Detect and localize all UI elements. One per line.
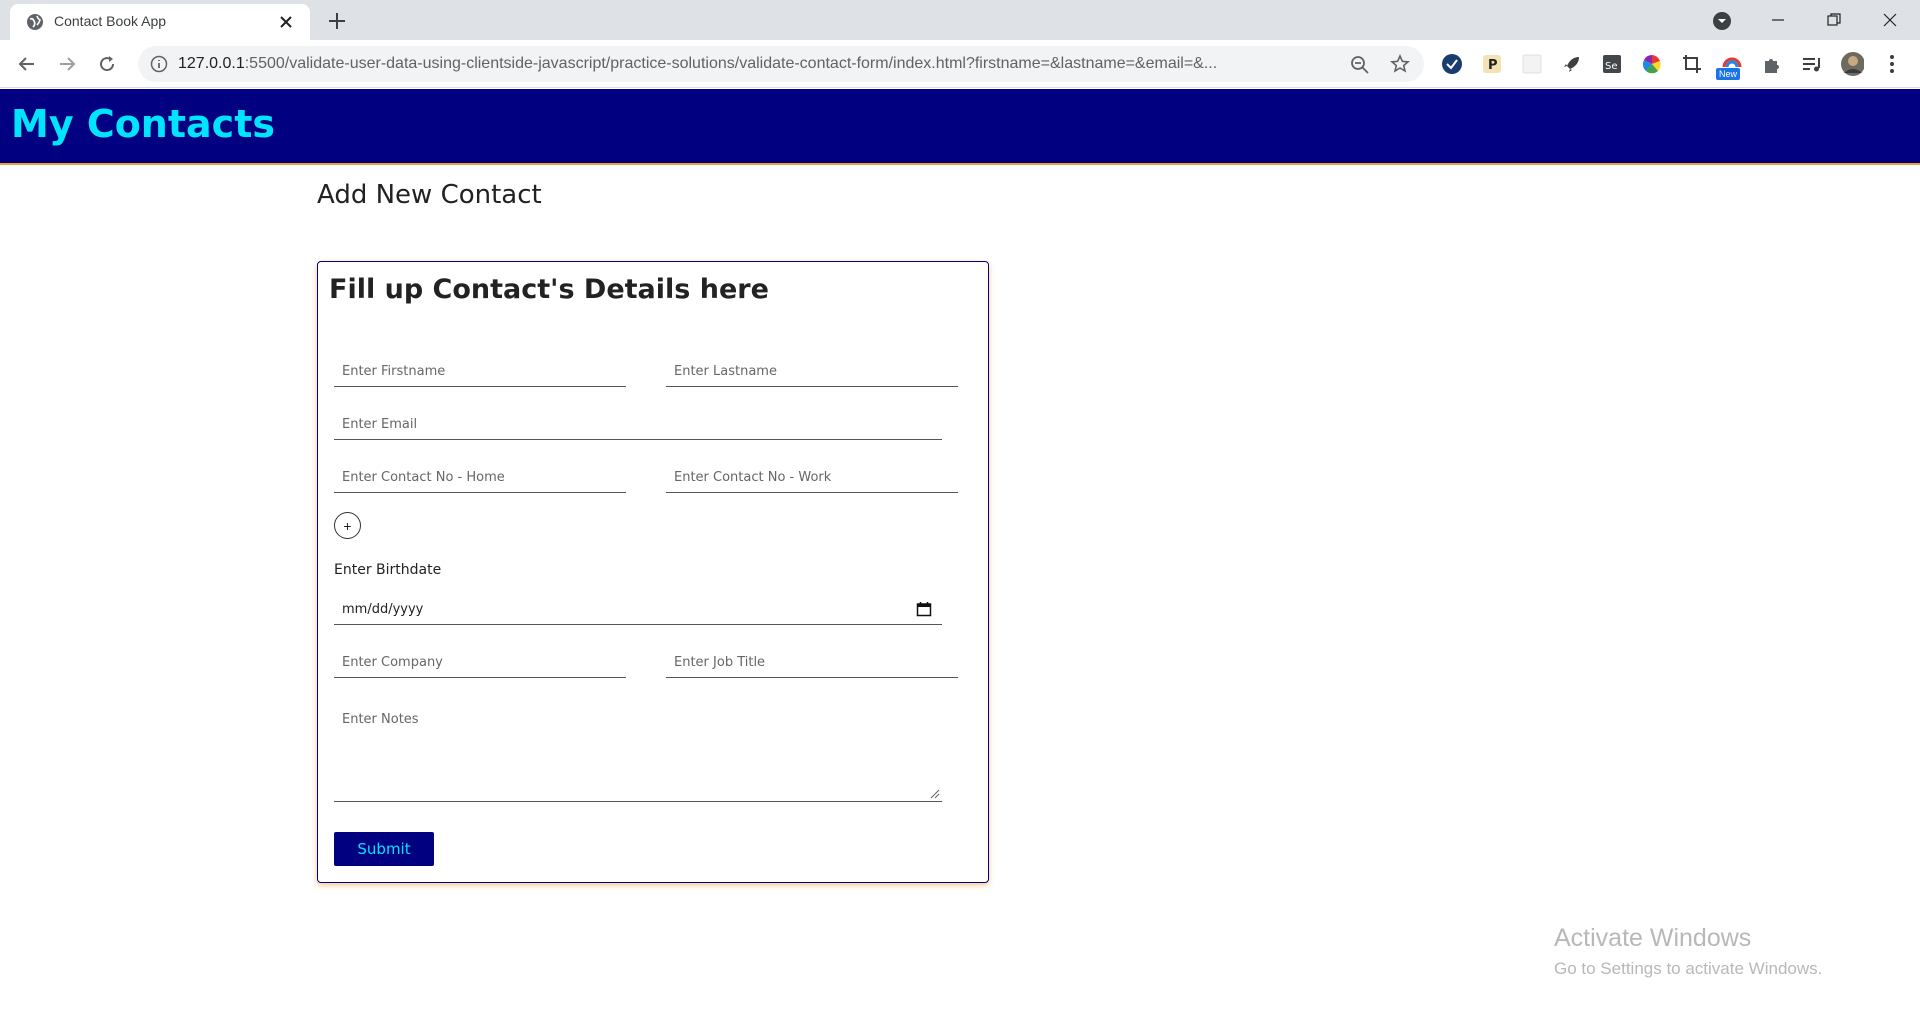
url-host: 127.0.0.1 xyxy=(178,55,245,72)
watermark-subtitle: Go to Settings to activate Windows. xyxy=(1554,959,1823,978)
firstname-field xyxy=(334,357,626,387)
close-tab-icon[interactable] xyxy=(276,12,296,32)
color-wheel-icon xyxy=(1642,55,1661,74)
menu-button[interactable] xyxy=(1880,52,1904,76)
lastname-field xyxy=(666,357,958,387)
extension-new[interactable]: New xyxy=(1716,52,1744,80)
arrow-left-icon xyxy=(18,57,34,71)
extension-check[interactable] xyxy=(1440,52,1464,76)
url-text[interactable]: 127.0.0.1:5500/validate-user-data-using-… xyxy=(178,55,1318,73)
app-header: My Contacts xyxy=(0,89,1920,165)
blank-extension-icon xyxy=(1522,54,1542,74)
phone-home-field xyxy=(334,463,626,493)
queue-music-icon xyxy=(1803,58,1820,72)
reload-icon xyxy=(100,56,115,72)
crop-icon xyxy=(1683,55,1701,73)
browser-tab[interactable]: Contact Book App xyxy=(10,4,310,40)
extension-p[interactable]: P xyxy=(1480,52,1504,76)
extensions-button[interactable] xyxy=(1760,52,1784,76)
browser-tabstrip: Contact Book App xyxy=(0,0,1920,40)
tab-title: Contact Book App xyxy=(54,13,167,29)
back-button[interactable] xyxy=(14,51,40,77)
company-input[interactable] xyxy=(334,648,626,677)
avatar-icon xyxy=(1841,52,1864,76)
page-heading: Add New Contact xyxy=(317,180,542,210)
zoom-icon[interactable] xyxy=(1350,55,1370,75)
close-icon xyxy=(1883,13,1897,27)
email-input[interactable] xyxy=(334,410,942,439)
arrow-right-icon xyxy=(60,57,76,71)
rocket-icon xyxy=(1564,57,1579,72)
add-phone-button[interactable]: + xyxy=(334,512,361,539)
lastname-input[interactable] xyxy=(666,357,958,386)
new-badge: New xyxy=(1716,68,1741,80)
url-path: :5500/validate-user-data-using-clientsid… xyxy=(244,55,1218,72)
svg-text:P: P xyxy=(1488,58,1498,73)
forward-button[interactable] xyxy=(54,51,80,77)
birthdate-value: mm/dd/yyyy xyxy=(342,602,424,617)
extension-screenshot[interactable] xyxy=(1680,52,1704,76)
email-field xyxy=(334,410,942,440)
job-title-input[interactable] xyxy=(666,648,958,677)
phone-work-input[interactable] xyxy=(666,463,958,492)
extension-rocket[interactable] xyxy=(1560,52,1584,76)
birthdate-input[interactable]: mm/dd/yyyy xyxy=(334,595,942,625)
extension-color[interactable] xyxy=(1640,52,1664,76)
browser-toolbar: 127.0.0.1:5500/validate-user-data-using-… xyxy=(0,40,1920,88)
submit-button[interactable]: Submit xyxy=(334,832,434,866)
job-title-field xyxy=(666,648,958,678)
info-icon[interactable] xyxy=(150,55,168,73)
reading-list-button[interactable] xyxy=(1800,52,1824,76)
address-bar[interactable]: 127.0.0.1:5500/validate-user-data-using-… xyxy=(138,46,1424,82)
tab-search-icon[interactable] xyxy=(1712,11,1732,31)
extension-selenium[interactable]: Se xyxy=(1600,52,1624,76)
notes-textarea[interactable] xyxy=(334,702,942,801)
form-title: Fill up Contact's Details here xyxy=(329,274,769,305)
minimize-button[interactable] xyxy=(1750,0,1806,40)
profile-button[interactable] xyxy=(1840,52,1864,76)
extension-blank[interactable] xyxy=(1520,52,1544,76)
reload-button[interactable] xyxy=(94,51,120,77)
new-tab-icon[interactable] xyxy=(326,10,348,32)
kebab-menu-icon xyxy=(1890,55,1894,73)
notes-field xyxy=(334,702,942,802)
activate-windows-watermark: Activate Windows Go to Settings to activ… xyxy=(1554,924,1822,979)
company-field xyxy=(334,648,626,678)
phone-home-input[interactable] xyxy=(334,463,626,492)
p-letter-icon: P xyxy=(1483,55,1501,73)
selenium-icon: Se xyxy=(1603,55,1621,73)
check-circle-icon xyxy=(1442,54,1462,74)
close-window-button[interactable] xyxy=(1862,0,1918,40)
restore-icon xyxy=(1827,13,1841,26)
svg-text:Se: Se xyxy=(1605,61,1618,72)
resize-grip-icon[interactable] xyxy=(930,789,940,799)
contact-form: Fill up Contact's Details here + Enter B… xyxy=(317,261,989,883)
app-title: My Contacts xyxy=(11,102,275,146)
birthdate-label: Enter Birthdate xyxy=(334,562,442,578)
watermark-title: Activate Windows xyxy=(1554,924,1752,952)
globe-icon xyxy=(27,14,43,30)
minimize-icon xyxy=(1772,19,1784,21)
puzzle-icon xyxy=(1765,59,1779,73)
firstname-input[interactable] xyxy=(334,357,626,386)
restore-button[interactable] xyxy=(1806,0,1862,40)
calendar-icon[interactable] xyxy=(916,601,932,617)
star-icon[interactable] xyxy=(1390,54,1410,74)
phone-work-field xyxy=(666,463,958,493)
